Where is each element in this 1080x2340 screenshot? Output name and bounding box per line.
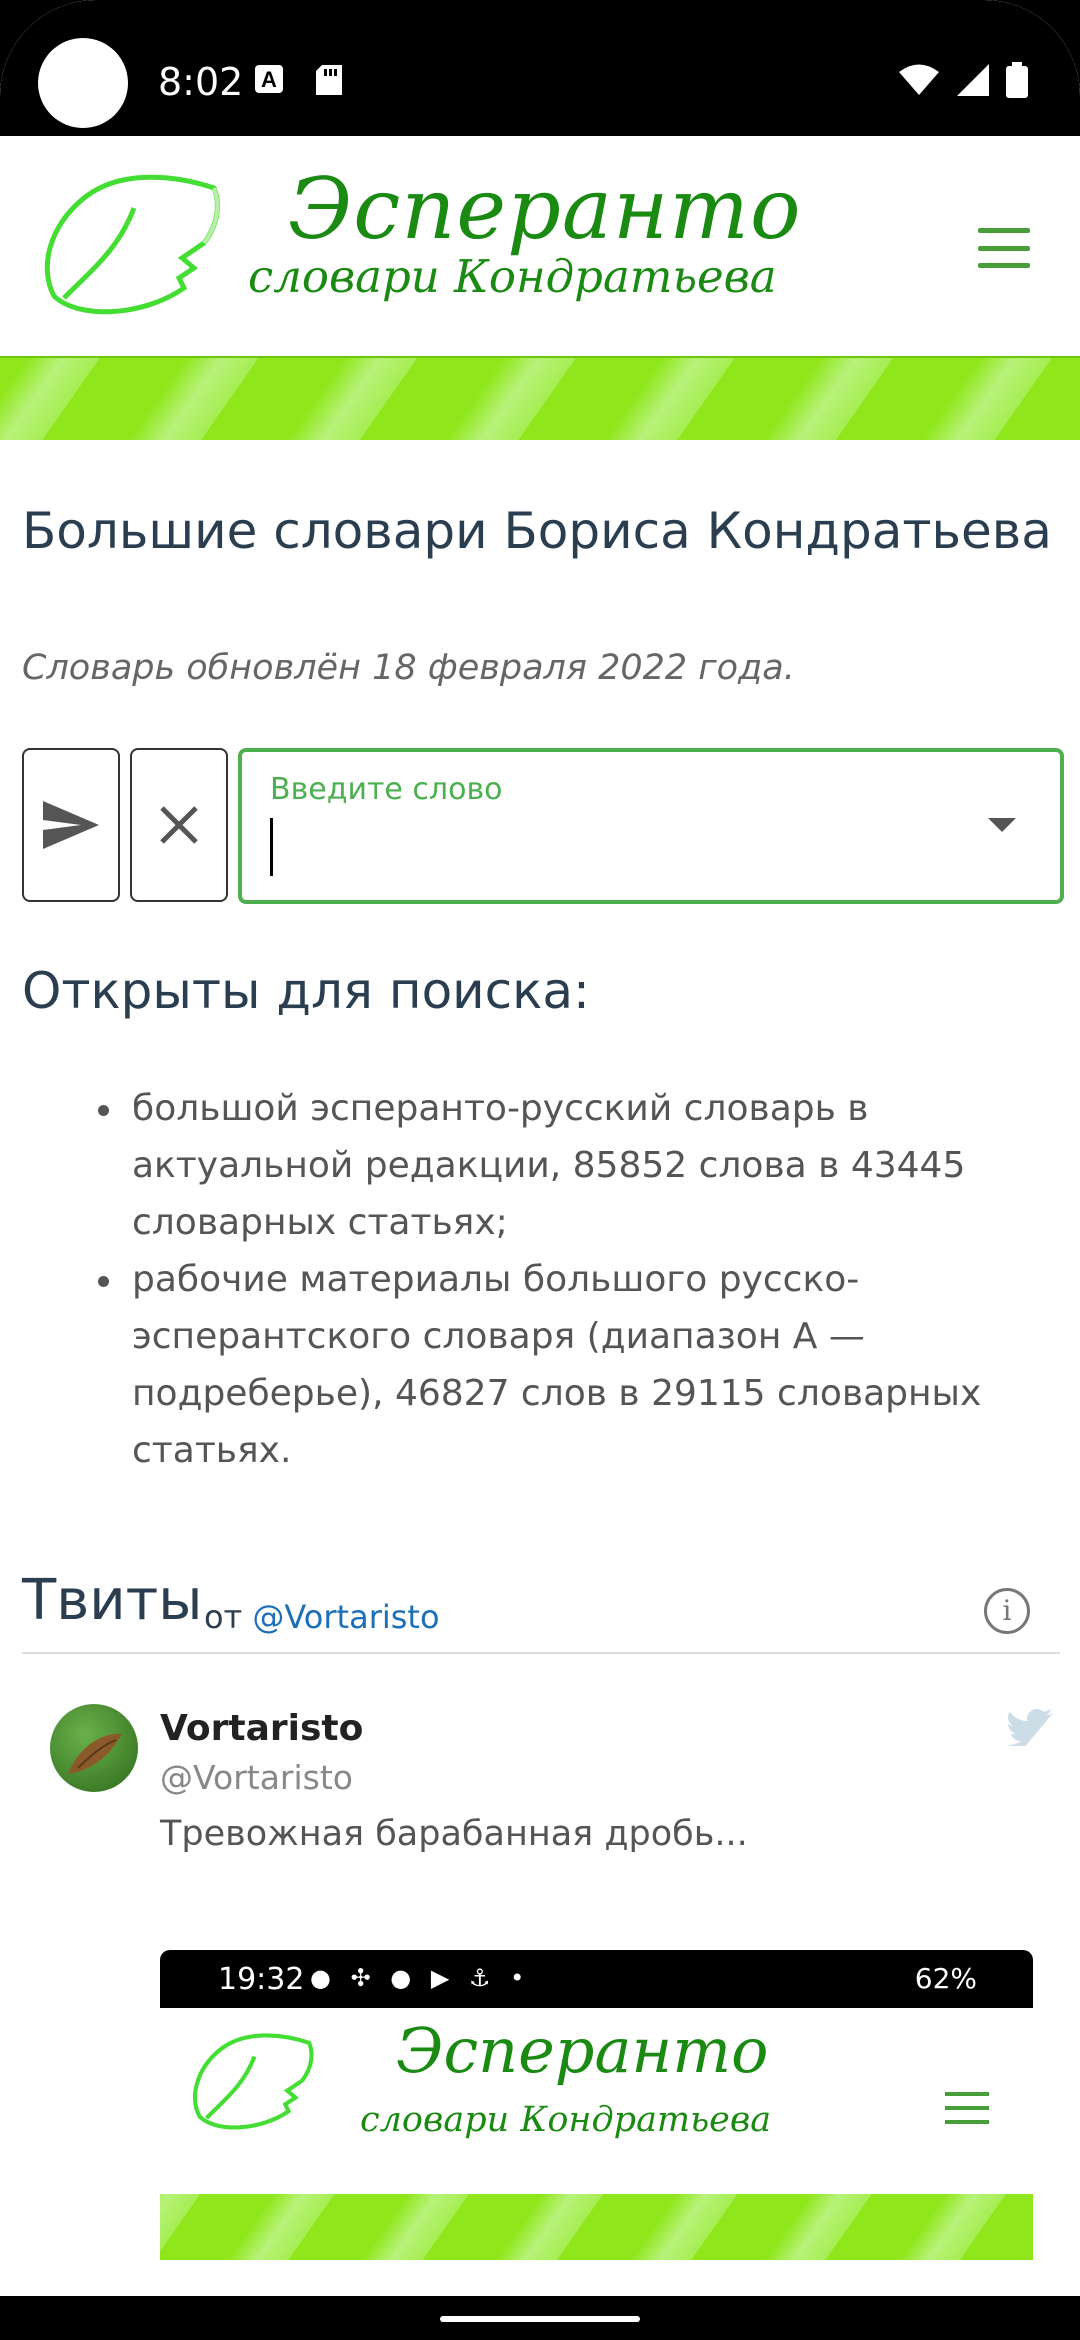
list-item: большой эсперанто-русский словарь в акту… <box>98 1080 1080 1251</box>
leaf-logo-icon[interactable] <box>34 158 224 318</box>
battery-icon <box>1006 62 1028 98</box>
green-banner <box>0 356 1080 440</box>
twitter-bird-icon[interactable] <box>1008 1708 1054 1746</box>
site-header: Эсперанто словари Кондратьева <box>0 136 1080 356</box>
dictionary-list: большой эсперанто-русский словарь в акту… <box>98 1080 1080 1479</box>
open-for-search-heading: Открыты для поиска: <box>22 962 590 1020</box>
tweet-embedded-image[interactable]: 19:32 ● ✣ ● ▶ ⚓ • 62% Эсперанто словари … <box>160 1950 1033 2260</box>
caret-down-icon[interactable] <box>988 818 1016 832</box>
clear-button[interactable] <box>130 748 228 902</box>
brand-title[interactable]: Эсперанто <box>288 160 802 258</box>
home-gesture-pill[interactable] <box>440 2316 640 2322</box>
screen: 8:02 A Эсперанто словари Кондратьева Бол… <box>0 0 1080 2340</box>
brand-subtitle: словари Кондратьева <box>248 250 777 303</box>
close-icon <box>160 806 198 844</box>
avatar[interactable] <box>50 1704 138 1792</box>
embedded-time: 19:32 <box>218 1962 305 1997</box>
tweets-handle-link[interactable]: @Vortaristo <box>252 1598 439 1636</box>
embedded-battery: 62% <box>914 1962 977 1995</box>
avatar-image <box>68 1733 122 1774</box>
hamburger-menu-icon[interactable] <box>978 228 1030 268</box>
embedded-notification-icons: ● ✣ ● ▶ ⚓ • <box>310 1964 531 1992</box>
tweets-by: от @Vortaristo <box>204 1598 440 1636</box>
sd-card-icon <box>316 65 342 95</box>
camera-cutout <box>38 38 128 128</box>
updated-note: Словарь обновлён 18 февраля 2022 года. <box>22 648 795 688</box>
page-title: Большие словари Бориса Кондратьева <box>22 502 1052 560</box>
embedded-green-banner <box>160 2194 1033 2260</box>
list-item: рабочие материалы большого русско-эспера… <box>98 1251 1080 1479</box>
search-label: Введите слово <box>270 772 503 807</box>
tweet-author-handle[interactable]: @Vortaristo <box>160 1758 353 1797</box>
tweet-text: Тревожная барабанная дробь... <box>160 1814 748 1854</box>
embedded-status-bar: 19:32 ● ✣ ● ▶ ⚓ • 62% <box>160 1950 1033 2008</box>
svg-text:A: A <box>261 67 277 92</box>
tweet-author-name[interactable]: Vortaristo <box>160 1708 363 1749</box>
signal-icon <box>957 64 989 96</box>
search-input[interactable] <box>270 818 959 876</box>
status-bar: 8:02 A <box>0 0 1080 136</box>
wifi-icon <box>899 64 939 95</box>
tweets-by-prefix: от <box>204 1598 243 1636</box>
info-icon[interactable]: i <box>984 1588 1030 1634</box>
tweets-header: Твиты от @Vortaristo i <box>22 1568 1060 1654</box>
status-time: 8:02 <box>158 60 244 104</box>
send-button[interactable] <box>22 748 120 902</box>
status-right-icons <box>898 62 1028 98</box>
search-field[interactable]: Введите слово <box>238 748 1064 904</box>
embedded-brand-subtitle: словари Кондратьева <box>360 2100 772 2140</box>
embedded-leaf-logo-icon <box>193 2033 314 2130</box>
embedded-brand-title: Эсперанто <box>396 2014 769 2087</box>
send-icon <box>43 801 99 849</box>
tweets-title: Твиты <box>22 1568 203 1633</box>
embedded-hamburger-icon <box>945 2092 989 2124</box>
accessibility-a-icon: A <box>255 65 283 93</box>
